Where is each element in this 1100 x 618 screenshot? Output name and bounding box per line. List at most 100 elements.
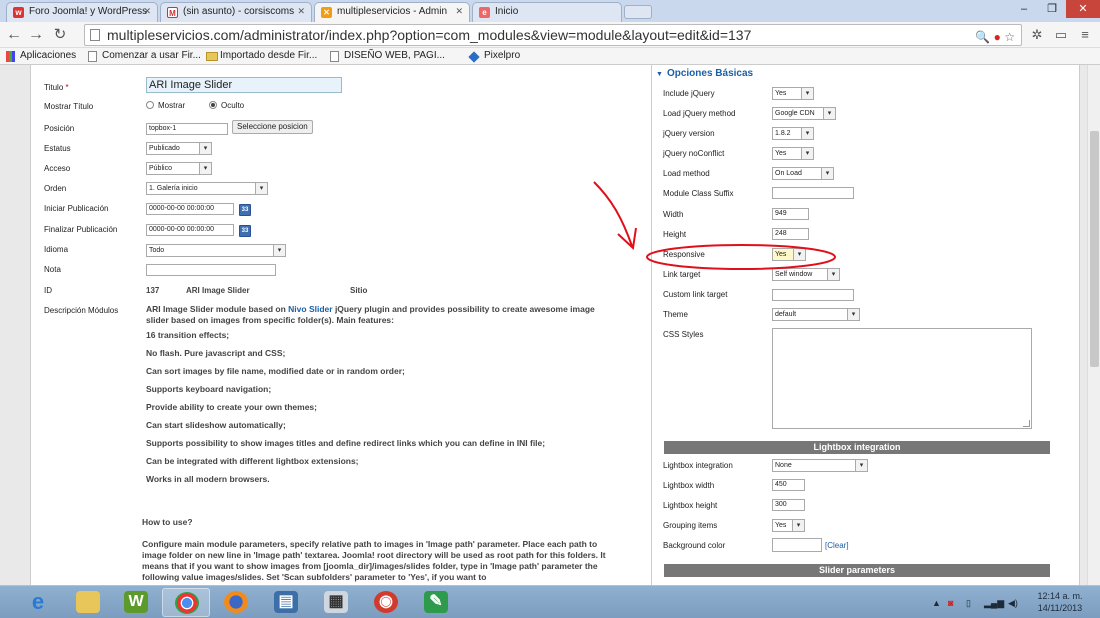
network-icon[interactable]: ▂▄▆ xyxy=(984,598,1004,609)
background-color-input[interactable] xyxy=(772,538,822,552)
radio-oculto-circle[interactable] xyxy=(209,101,217,109)
menu-icon[interactable]: ≡ xyxy=(1076,26,1094,44)
feature-item: Supports keyboard navigation; xyxy=(146,384,272,394)
client-value: Sitio xyxy=(350,286,368,295)
chevron-down-icon: ▾ xyxy=(855,460,867,471)
css-styles-textarea[interactable] xyxy=(772,328,1032,429)
clock-date: 14/11/2013 xyxy=(1037,603,1083,613)
calculator-button[interactable]: ▦ xyxy=(312,588,360,617)
radio-oculto[interactable]: Oculto xyxy=(209,101,244,110)
theme-label: Theme xyxy=(663,310,688,319)
feature-item: No flash. Pure javascript and CSS; xyxy=(146,348,286,358)
theme-select[interactable]: default ▾ xyxy=(772,308,860,321)
security-icon[interactable]: ◙ xyxy=(948,598,953,608)
lightbox-height-input[interactable]: 300 xyxy=(772,499,805,511)
radio-mostrar[interactable]: Mostrar xyxy=(146,101,185,110)
feature-item: 16 transition effects; xyxy=(146,330,230,340)
finalizar-publicacion-input[interactable]: 0000-00-00 00:00:00 xyxy=(146,224,234,236)
bookmark-pixelpro[interactable]: Pixelpro xyxy=(468,50,520,63)
include-jquery-select[interactable]: Yes ▾ xyxy=(772,87,814,100)
chevron-down-icon: ▾ xyxy=(847,309,859,320)
nota-label: Nota xyxy=(44,265,61,274)
lightbox-integration-label: Lightbox integration xyxy=(663,461,733,470)
seleccione-posicion-button[interactable]: Seleccione posicion xyxy=(232,120,313,134)
orden-select[interactable]: 1. Galería inicio ▾ xyxy=(146,182,268,195)
grouping-items-select[interactable]: Yes ▾ xyxy=(772,519,805,532)
notepad-button[interactable]: ✎ xyxy=(412,588,460,617)
page-scrollbar[interactable] xyxy=(1087,65,1100,585)
extension-icon[interactable]: ● xyxy=(994,30,1001,44)
radio-mostrar-circle[interactable] xyxy=(146,101,154,109)
close-icon[interactable]: ✕ xyxy=(143,6,151,17)
word-button[interactable]: W xyxy=(112,588,160,617)
tab-inicio[interactable]: e Inicio xyxy=(472,2,622,22)
calendar-icon[interactable]: 33 xyxy=(239,204,251,216)
responsive-select[interactable]: Yes ▾ xyxy=(772,248,806,261)
custom-link-target-input[interactable] xyxy=(772,289,854,301)
address-bar[interactable]: multipleservicios.com/administrator/inde… xyxy=(84,24,1022,46)
calendar-icon[interactable]: 33 xyxy=(239,225,251,237)
scrollbar-thumb[interactable] xyxy=(1090,131,1099,367)
estatus-select[interactable]: Publicado ▾ xyxy=(146,142,212,155)
show-hidden-icons[interactable]: ▲ xyxy=(932,598,941,608)
posicion-input[interactable]: topbox-1 xyxy=(146,123,228,135)
feature-item: Supports possibility to show images titl… xyxy=(146,438,546,448)
star-icon[interactable]: ☆ xyxy=(1004,30,1015,44)
posicion-label: Posición xyxy=(44,124,75,133)
browser-toolbar: ← → ↻ multipleservicios.com/administrato… xyxy=(0,22,1100,48)
volume-icon[interactable]: ◀) xyxy=(1008,598,1018,609)
clear-color-link[interactable]: [Clear] xyxy=(825,541,849,550)
idioma-select[interactable]: Todo ▾ xyxy=(146,244,286,257)
chevron-down-icon: ▾ xyxy=(792,520,804,531)
chevron-down-icon: ▾ xyxy=(827,269,839,280)
bookmark-diseno-web[interactable]: DISEÑO WEB, PAGI... xyxy=(330,50,445,62)
titulo-input[interactable]: ARI Image Slider xyxy=(146,77,342,93)
reload-icon[interactable]: ↻ xyxy=(50,25,70,45)
acceso-select[interactable]: Público ▾ xyxy=(146,162,212,175)
camera-button[interactable]: ◉ xyxy=(362,588,410,617)
new-tab-button[interactable] xyxy=(624,5,652,19)
height-input[interactable]: 248 xyxy=(772,228,809,240)
tab-foro-joomla[interactable]: w Foro Joomla! y WordPress ✕ xyxy=(6,2,158,22)
load-jquery-method-select[interactable]: Google CDN ▾ xyxy=(772,107,836,120)
bookmark-aplicaciones[interactable]: Aplicaciones xyxy=(6,50,76,62)
window-icon[interactable]: ▭ xyxy=(1052,26,1070,44)
jquery-version-select[interactable]: 1.8.2 ▾ xyxy=(772,127,814,140)
tab-gmail[interactable]: M (sin asunto) - corsiscoms ✕ xyxy=(160,2,312,22)
restore-icon[interactable]: ❐ xyxy=(1038,0,1066,18)
tab-multipleservicios-admin[interactable]: ✕ multipleservicios - Admin ✕ xyxy=(314,2,470,22)
iniciar-publicacion-input[interactable]: 0000-00-00 00:00:00 xyxy=(146,203,234,215)
chevron-down-icon: ▾ xyxy=(255,183,267,194)
nota-input[interactable] xyxy=(146,264,276,276)
bookmark-comenzar[interactable]: Comenzar a usar Fir... xyxy=(88,50,201,62)
display-button[interactable]: ▤ xyxy=(262,588,310,617)
minimize-icon[interactable]: – xyxy=(1010,0,1038,18)
close-icon[interactable]: ✕ xyxy=(297,6,305,17)
close-window-icon[interactable]: ✕ xyxy=(1066,0,1100,18)
module-name-value: ARI Image Slider xyxy=(186,286,250,295)
opciones-basicas-header[interactable]: ▼ Opciones Básicas xyxy=(656,68,753,79)
module-class-suffix-input[interactable] xyxy=(772,187,854,199)
extensions-icon[interactable]: ✲ xyxy=(1028,26,1046,44)
bookmark-importado[interactable]: Importado desde Fir... xyxy=(206,50,317,61)
firefox-button[interactable] xyxy=(212,588,260,617)
clock-time: 12:14 a. m. xyxy=(1037,591,1083,601)
link-target-select[interactable]: Self window ▾ xyxy=(772,268,840,281)
width-input[interactable]: 949 xyxy=(772,208,809,220)
ie-button[interactable]: e xyxy=(14,588,62,617)
forward-icon[interactable]: → xyxy=(26,25,46,45)
lightbox-integration-select[interactable]: None ▾ xyxy=(772,459,868,472)
chevron-down-icon: ▾ xyxy=(821,168,833,179)
site-icon: e xyxy=(479,7,490,18)
nivo-slider-link[interactable]: Nivo Slider xyxy=(288,304,332,314)
system-clock[interactable]: 12:14 a. m. 14/11/2013 xyxy=(1030,590,1090,614)
battery-icon[interactable]: ▯ xyxy=(966,598,971,609)
jquery-noconflict-select[interactable]: Yes ▾ xyxy=(772,147,814,160)
close-icon[interactable]: ✕ xyxy=(455,6,463,17)
explorer-button[interactable] xyxy=(64,588,112,617)
back-icon[interactable]: ← xyxy=(4,25,24,45)
chrome-button[interactable] xyxy=(162,588,210,617)
lightbox-integration-bar: Lightbox integration xyxy=(664,441,1050,454)
lightbox-width-input[interactable]: 450 xyxy=(772,479,805,491)
load-method-select[interactable]: On Load ▾ xyxy=(772,167,834,180)
